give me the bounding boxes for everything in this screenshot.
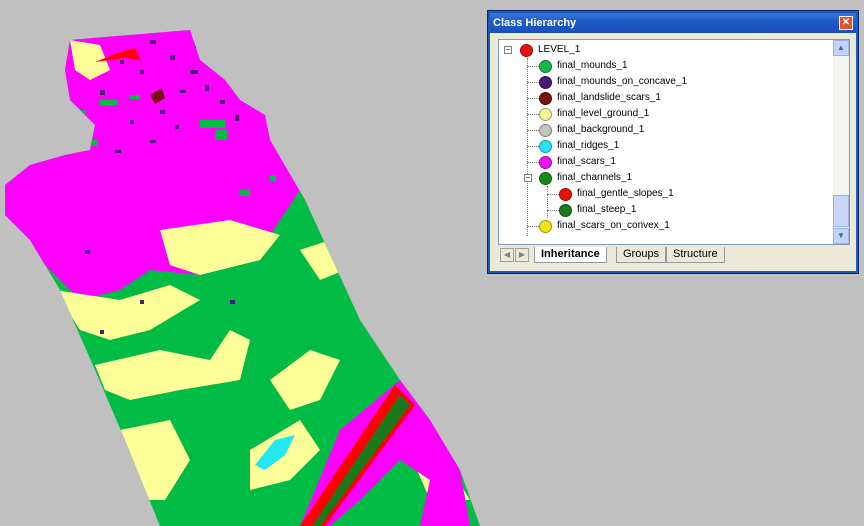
tree-connector: [547, 194, 559, 195]
tree-item-label: final_level_ground_1: [557, 108, 650, 119]
tree-item-final-channels[interactable]: final_channels_1: [539, 170, 632, 186]
class-dot-icon: [559, 187, 572, 201]
tree-item-final-scars-on-convex[interactable]: final_scars_on_convex_1: [539, 218, 670, 234]
tree-item-label: final_gentle_slopes_1: [577, 188, 674, 199]
vertical-scrollbar[interactable]: ▲ ▼: [833, 40, 849, 244]
class-dot-icon: [539, 91, 552, 105]
class-dot-icon: [539, 59, 552, 73]
tree-item-label: final_scars_1: [557, 156, 616, 167]
class-dot-icon: [539, 75, 552, 89]
class-tree[interactable]: − − LEVEL_1 final_mounds_1 final_mounds_…: [498, 39, 850, 245]
tree-item-label: final_steep_1: [577, 204, 637, 215]
collapse-toggle[interactable]: −: [504, 46, 512, 54]
scrollbar-thumb[interactable]: [833, 195, 849, 227]
window-title: Class Hierarchy: [493, 17, 577, 29]
chevron-down-icon: ▼: [837, 231, 845, 240]
tree-item-final-mounds[interactable]: final_mounds_1: [539, 58, 628, 74]
class-dot-icon: [559, 203, 572, 217]
chevron-up-icon: ▲: [837, 43, 845, 52]
close-button[interactable]: ✕: [839, 16, 853, 30]
tree-item-label: final_mounds_1: [557, 60, 628, 71]
tree-item-label: final_scars_on_convex_1: [557, 220, 670, 231]
window-titlebar[interactable]: Class Hierarchy ✕: [490, 13, 856, 33]
tree-connector: [527, 114, 539, 115]
tab-scroll-right-button[interactable]: ▶: [515, 248, 529, 262]
tree-connector: [527, 130, 539, 131]
tab-scroll-left-button[interactable]: ◀: [500, 248, 514, 262]
tree-connector: [527, 58, 528, 236]
tree-item-final-level-ground[interactable]: final_level_ground_1: [539, 106, 649, 122]
tree-item-final-mounds-on-concave[interactable]: final_mounds_on_concave_1: [539, 74, 687, 90]
minus-icon: −: [505, 45, 511, 54]
tree-connector: [527, 82, 539, 83]
scroll-down-button[interactable]: ▼: [833, 228, 849, 244]
class-dot-icon: [539, 171, 552, 185]
tree-item-label: final_mounds_on_concave_1: [557, 76, 688, 87]
class-dot-icon: [520, 43, 533, 57]
tree-item-final-ridges[interactable]: final_ridges_1: [539, 138, 619, 154]
tree-connector: [547, 186, 548, 218]
class-dot-icon: [539, 123, 552, 137]
tree-item-label: LEVEL_1: [538, 44, 581, 55]
collapse-toggle[interactable]: −: [524, 174, 532, 182]
tree-connector: [527, 98, 539, 99]
tree-connector: [527, 162, 539, 163]
class-dot-icon: [539, 155, 552, 169]
chevron-left-icon: ◀: [503, 250, 511, 259]
class-dot-icon: [539, 107, 552, 121]
tree-item-final-gentle-slopes[interactable]: final_gentle_slopes_1: [559, 186, 674, 202]
tab-groups[interactable]: Groups: [616, 247, 667, 263]
minus-icon: −: [525, 173, 531, 182]
tab-bar: ◀ ▶ Inheritance Groups Structure: [498, 247, 850, 265]
tree-connector: [527, 66, 539, 67]
tree-item-label: final_background_1: [557, 124, 645, 135]
tree-item-final-landslide-scars[interactable]: final_landslide_scars_1: [539, 90, 661, 106]
tab-structure[interactable]: Structure: [666, 247, 725, 263]
tab-inheritance[interactable]: Inheritance: [534, 247, 607, 263]
tree-connector: [527, 226, 539, 227]
tree-item-final-scars[interactable]: final_scars_1: [539, 154, 616, 170]
tree-connector: [547, 210, 559, 211]
tree-item-label: final_landslide_scars_1: [557, 92, 661, 103]
tree-item-label: final_channels_1: [557, 172, 633, 183]
tree-connector: [527, 146, 539, 147]
tree-item-final-background[interactable]: final_background_1: [539, 122, 644, 138]
tree-item-label: final_ridges_1: [557, 140, 620, 151]
class-dot-icon: [539, 219, 552, 233]
tree-item-final-steep[interactable]: final_steep_1: [559, 202, 637, 218]
class-hierarchy-window[interactable]: Class Hierarchy ✕ − − LEVEL_1 final_moun…: [487, 10, 859, 274]
scroll-up-button[interactable]: ▲: [833, 40, 849, 56]
close-icon: ✕: [841, 17, 851, 28]
class-dot-icon: [539, 139, 552, 153]
tree-item-level-1[interactable]: LEVEL_1: [520, 42, 580, 58]
chevron-right-icon: ▶: [518, 250, 526, 259]
